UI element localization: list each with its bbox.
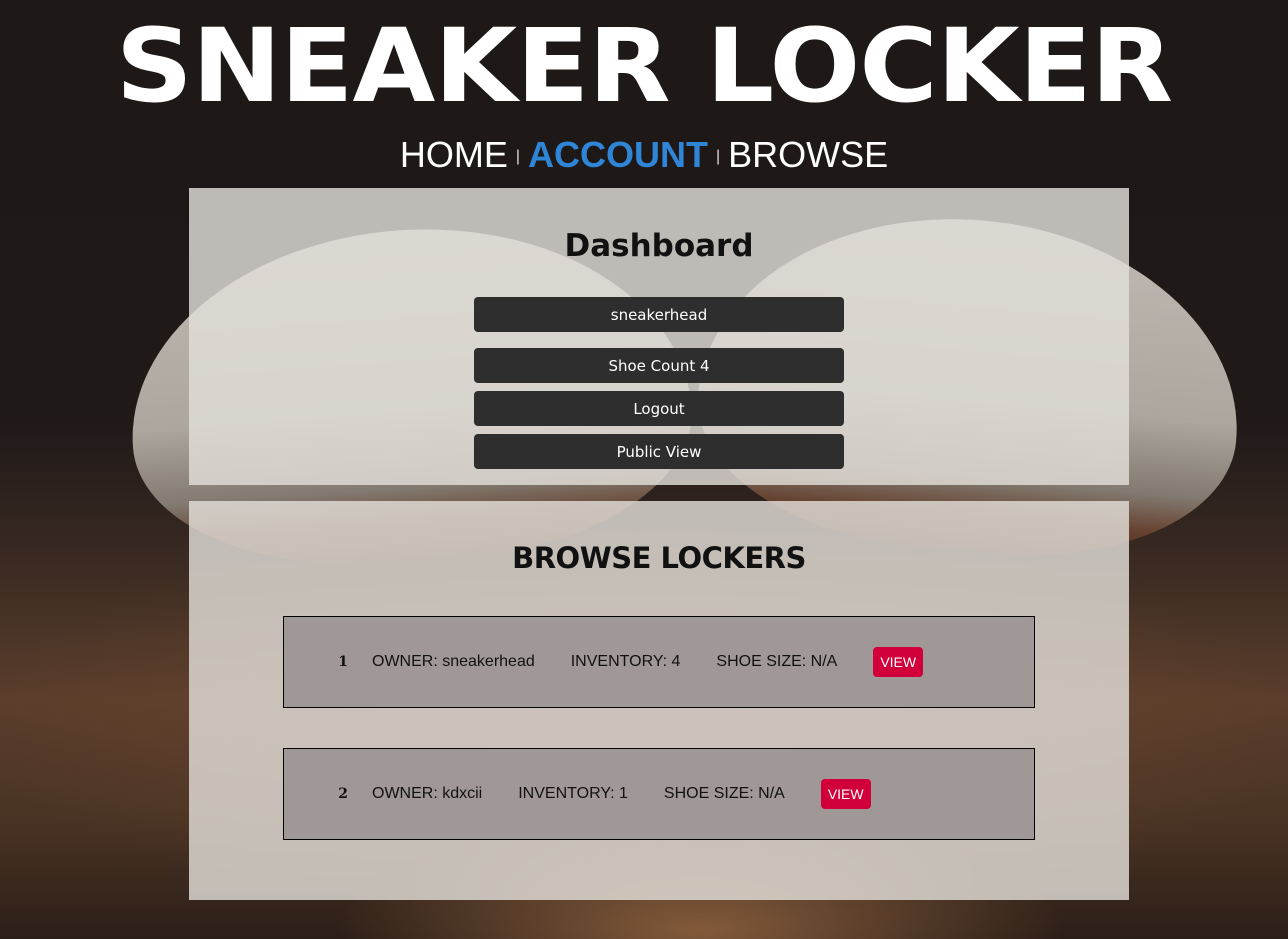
nav-account[interactable]: ACCOUNT	[528, 134, 708, 175]
nav-browse[interactable]: BROWSE	[728, 134, 888, 175]
logout-button[interactable]: Logout	[474, 391, 844, 426]
locker-index: 1	[338, 654, 348, 670]
main-nav: HOME | ACCOUNT | BROWSE	[0, 134, 1288, 178]
username-button[interactable]: sneakerhead	[474, 297, 844, 332]
site-logo[interactable]: SNEAKER LOCKER	[0, 16, 1288, 119]
dashboard-panel: Dashboard sneakerhead Shoe Count 4 Logou…	[189, 188, 1129, 485]
browse-lockers-panel: BROWSE LOCKERS 1 OWNER: sneakerhead INVE…	[189, 501, 1129, 900]
locker-index: 2	[338, 786, 348, 802]
nav-separator: |	[515, 148, 520, 166]
browse-lockers-title: BROWSE LOCKERS	[512, 541, 806, 575]
nav-home[interactable]: HOME	[400, 134, 508, 175]
view-locker-button[interactable]: VIEW	[873, 647, 924, 677]
locker-card: 2 OWNER: kdxcii INVENTORY: 1 SHOE SIZE: …	[283, 748, 1035, 840]
locker-shoe-size: SHOE SIZE: N/A	[663, 785, 785, 802]
locker-owner: OWNER: kdxcii	[372, 785, 483, 802]
locker-owner: OWNER: sneakerhead	[372, 653, 535, 670]
public-view-button[interactable]: Public View	[474, 434, 844, 469]
locker-inventory: INVENTORY: 1	[518, 785, 628, 802]
shoe-count-button[interactable]: Shoe Count 4	[474, 348, 844, 383]
locker-card: 1 OWNER: sneakerhead INVENTORY: 4 SHOE S…	[283, 616, 1035, 708]
dashboard-title: Dashboard	[564, 228, 754, 264]
view-locker-button[interactable]: VIEW	[820, 779, 871, 809]
locker-inventory: INVENTORY: 4	[570, 653, 681, 670]
nav-separator: |	[715, 148, 721, 166]
locker-shoe-size: SHOE SIZE: N/A	[716, 653, 838, 670]
